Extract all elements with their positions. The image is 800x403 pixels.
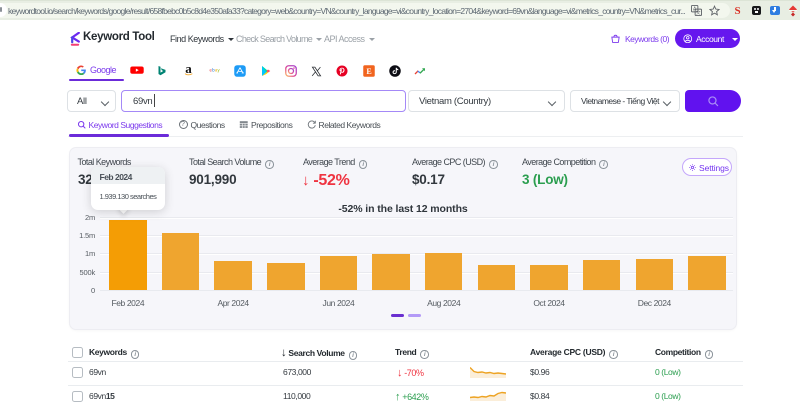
svg-text:y: y — [217, 67, 220, 72]
svg-text:E: E — [366, 66, 371, 75]
svg-text:文: 文 — [696, 9, 701, 16]
